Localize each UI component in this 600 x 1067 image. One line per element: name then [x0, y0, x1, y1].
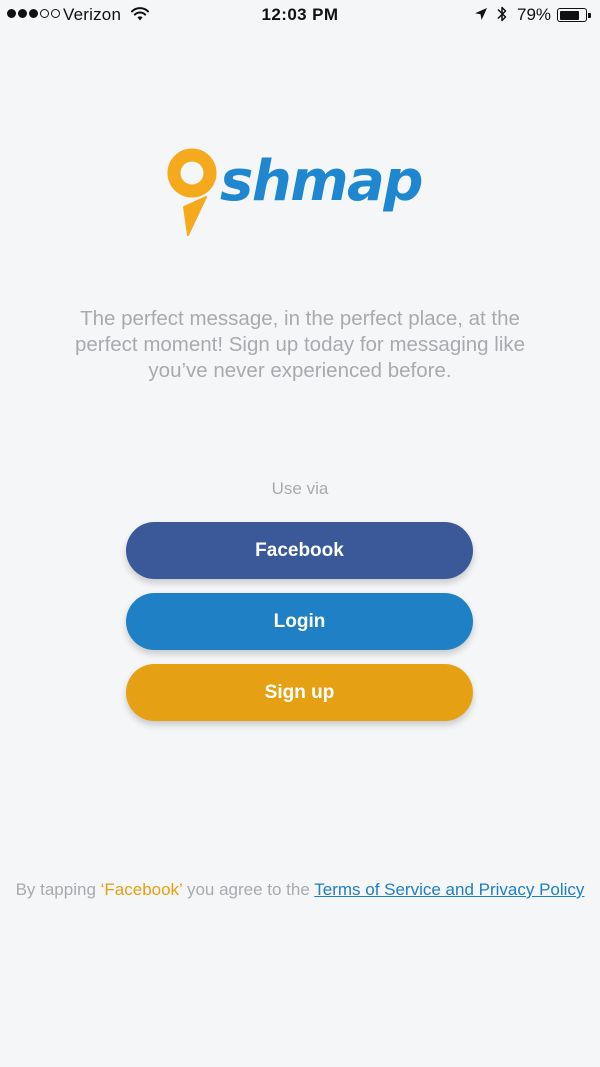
terms-prefix: By tapping [15, 880, 101, 899]
app-logo: shmap [166, 145, 436, 240]
terms-of-service-link[interactable]: Terms of Service and Privacy Policy [314, 880, 584, 899]
location-pin-icon [167, 148, 217, 236]
terms-middle: you agree to the [182, 880, 315, 899]
signup-button[interactable]: Sign up [126, 664, 473, 721]
terms-notice: By tapping ‘Facebook’ you agree to the T… [0, 878, 600, 901]
bluetooth-icon [497, 6, 507, 22]
facebook-button[interactable]: Facebook [126, 522, 473, 579]
logo-text: shmap [220, 149, 423, 214]
clock: 12:03 PM [261, 5, 339, 24]
battery-icon [557, 8, 591, 22]
battery-percent: 79% [517, 5, 552, 24]
login-button[interactable]: Login [126, 593, 473, 650]
use-via-label: Use via [271, 479, 329, 498]
terms-facebook-highlight: ‘Facebook’ [100, 880, 183, 899]
location-icon [475, 8, 487, 20]
tagline: The perfect message, in the perfect plac… [74, 307, 526, 382]
status-bar: Verizon 12:03 PM 79% [0, 0, 600, 32]
